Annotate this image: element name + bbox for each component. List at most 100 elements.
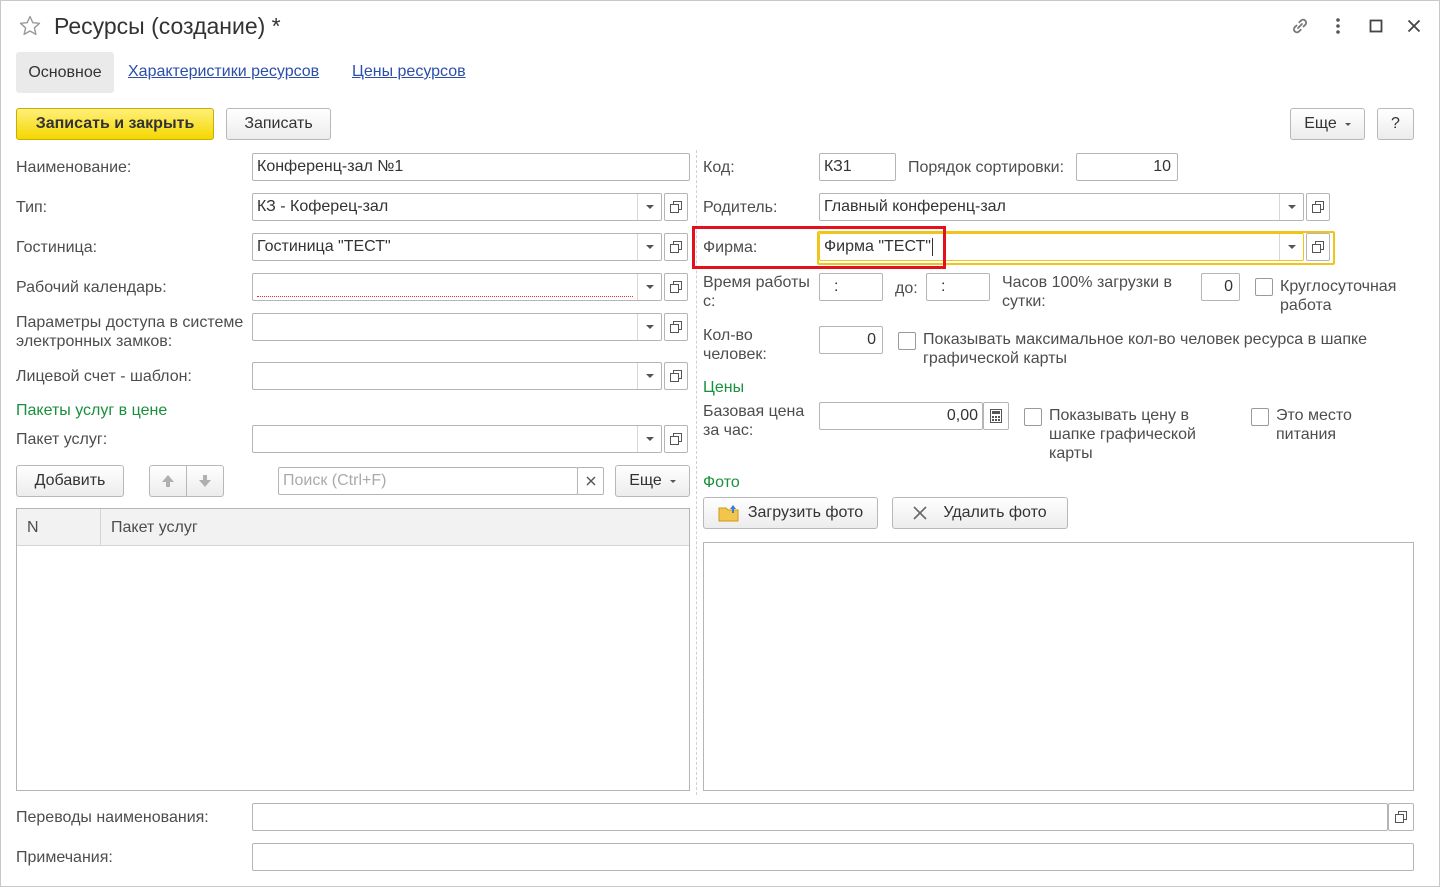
code-input[interactable]: КЗ1 — [819, 153, 896, 181]
food-place-checkbox[interactable] — [1251, 408, 1269, 426]
open-window-icon — [670, 281, 682, 293]
food-place-label: Это место питания — [1276, 407, 1352, 443]
save-and-close-button[interactable]: Записать и закрыть — [16, 108, 214, 140]
parent-value: Главный конференц-зал — [824, 198, 1006, 215]
notes-input[interactable] — [252, 843, 1414, 871]
dropdown-arrow-icon[interactable] — [637, 314, 661, 340]
account-select[interactable] — [252, 362, 662, 390]
open-type-button[interactable] — [664, 193, 688, 221]
package-select[interactable] — [252, 425, 662, 453]
translations-label: Переводы наименования: — [16, 809, 209, 826]
dropdown-arrow-icon[interactable] — [637, 274, 661, 300]
more-vertical-icon[interactable] — [1326, 14, 1350, 38]
move-up-button[interactable] — [149, 465, 187, 497]
hotel-label: Гостиница: — [16, 239, 98, 256]
time-to-input[interactable]: : — [926, 273, 990, 301]
add-button[interactable]: Добавить — [16, 465, 124, 497]
open-locks-button[interactable] — [664, 313, 688, 341]
upload-photo-button[interactable]: Загрузить фото — [703, 497, 878, 529]
code-label: Код: — [703, 159, 735, 176]
delete-photo-button[interactable]: Удалить фото — [892, 497, 1068, 529]
open-package-button[interactable] — [664, 425, 688, 453]
tab-prices[interactable]: Цены ресурсов — [352, 63, 466, 81]
open-firm-button[interactable] — [1306, 233, 1330, 261]
translations-input[interactable] — [252, 803, 1388, 831]
arrow-down-icon — [199, 475, 211, 487]
column-header-n[interactable]: N — [27, 509, 101, 546]
base-price-input[interactable]: 0,00 — [819, 402, 983, 430]
name-input[interactable]: Конференц-зал №1 — [252, 153, 690, 181]
sort-input[interactable]: 10 — [1076, 153, 1178, 181]
parent-select[interactable]: Главный конференц-зал — [819, 193, 1304, 221]
close-icon[interactable] — [1402, 14, 1426, 38]
time-from-input[interactable]: : — [819, 273, 883, 301]
people-input[interactable]: 0 — [819, 326, 883, 354]
package-label: Пакет услуг: — [16, 431, 108, 448]
open-calendar-button[interactable] — [664, 273, 688, 301]
account-label: Лицевой счет - шаблон: — [16, 368, 192, 385]
parent-label: Родитель: — [703, 199, 778, 216]
link-icon[interactable] — [1288, 14, 1312, 38]
dropdown-arrow-icon[interactable] — [1279, 194, 1303, 220]
dropdown-arrow-icon[interactable] — [637, 194, 661, 220]
photo-section-title: Фото — [703, 474, 740, 491]
upload-photo-label: Загрузить фото — [747, 504, 864, 521]
tab-characteristics[interactable]: Характеристики ресурсов — [128, 63, 319, 81]
name-label: Наименование: — [16, 159, 132, 176]
delete-photo-label: Удалить фото — [943, 504, 1047, 521]
packages-section-title: Пакеты услуг в цене — [16, 402, 168, 419]
clear-search-button[interactable] — [577, 467, 604, 495]
maximize-icon[interactable] — [1364, 14, 1388, 38]
to-label: до: — [895, 280, 918, 297]
calculator-icon — [990, 409, 1002, 423]
table-more-label: Еще — [629, 472, 662, 489]
open-window-icon — [670, 321, 682, 333]
locks-label: Параметры доступа в системе электронных … — [16, 314, 244, 350]
open-window-icon — [670, 201, 682, 213]
open-window-icon — [1312, 201, 1324, 213]
tab-main[interactable]: Основное — [16, 52, 114, 93]
hours-input[interactable]: 0 — [1201, 273, 1240, 301]
show-max-checkbox[interactable] — [898, 332, 916, 350]
table-more-button[interactable]: Еще — [615, 465, 690, 497]
prices-section-title: Цены — [703, 379, 745, 396]
packages-table[interactable]: N Пакет услуг — [16, 508, 690, 791]
hotel-select[interactable]: Гостиница "ТЕСТ" — [252, 233, 662, 261]
favorite-star-icon[interactable] — [18, 14, 42, 38]
required-underline — [257, 296, 633, 297]
dropdown-arrow-icon[interactable] — [637, 363, 661, 389]
people-label: Кол-во человек: — [703, 327, 767, 363]
search-input[interactable]: Поиск (Ctrl+F) — [278, 467, 578, 495]
show-max-label: Показывать максимальное кол-во человек р… — [923, 331, 1368, 367]
chevron-down-icon — [1344, 122, 1351, 126]
table-header: N Пакет услуг — [17, 509, 689, 546]
move-down-button[interactable] — [186, 465, 224, 497]
open-account-button[interactable] — [664, 362, 688, 390]
worktime-label: Время работы с: — [703, 274, 810, 310]
type-select[interactable]: КЗ - Коферец-зал — [252, 193, 662, 221]
help-button[interactable]: ? — [1377, 108, 1414, 140]
open-window-icon — [670, 433, 682, 445]
open-translations-button[interactable] — [1388, 803, 1414, 831]
calculator-button[interactable] — [983, 402, 1009, 430]
calendar-select[interactable] — [252, 273, 662, 301]
open-parent-button[interactable] — [1306, 193, 1330, 221]
photo-area[interactable] — [703, 542, 1414, 791]
open-hotel-button[interactable] — [664, 233, 688, 261]
open-window-icon — [1312, 241, 1324, 253]
roundclock-label: Круглосуточная работа — [1280, 278, 1397, 314]
locks-select[interactable] — [252, 313, 662, 341]
dropdown-arrow-icon[interactable] — [637, 234, 661, 260]
dropdown-arrow-icon[interactable] — [1279, 234, 1303, 260]
type-label: Тип: — [16, 199, 48, 216]
notes-label: Примечания: — [16, 849, 113, 866]
roundclock-checkbox[interactable] — [1255, 278, 1273, 296]
column-header-package[interactable]: Пакет услуг — [111, 509, 198, 546]
column-divider — [100, 509, 101, 546]
more-button[interactable]: Еще — [1290, 108, 1365, 140]
sort-label: Порядок сортировки: — [908, 159, 1065, 176]
save-button[interactable]: Записать — [226, 108, 331, 140]
show-price-checkbox[interactable] — [1024, 408, 1042, 426]
dropdown-arrow-icon[interactable] — [637, 426, 661, 452]
window-title: Ресурсы (создание) * — [54, 13, 281, 39]
